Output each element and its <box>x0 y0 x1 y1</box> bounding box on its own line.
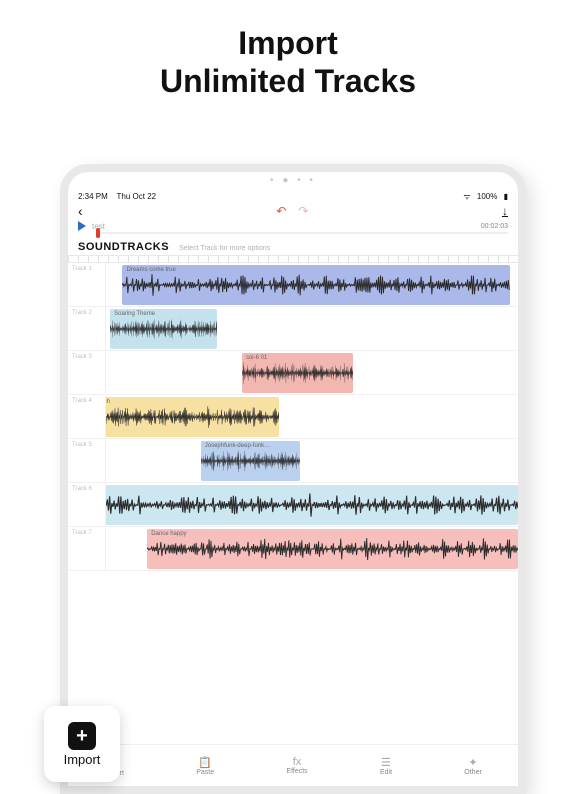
track-lane-label: Track 2 <box>68 307 106 350</box>
waveform <box>122 270 509 300</box>
track-lane-label: Track 1 <box>68 263 106 306</box>
waveform <box>106 402 279 432</box>
audio-clip[interactable]: sol-6 01 <box>242 353 353 393</box>
track-lane[interactable]: Nanas Brunch <box>106 395 518 438</box>
tab-other[interactable]: ✦ Other <box>464 756 482 776</box>
audio-clip[interactable]: Dreams come true <box>122 265 509 305</box>
track-lane[interactable]: Josephfunk-deep-funk… <box>106 439 518 482</box>
fx-icon: fx <box>293 756 302 768</box>
track-lane[interactable]: Soaring Theme <box>106 307 518 350</box>
waveform <box>242 358 353 388</box>
tablet-frame: • ● • • 2:34 PM Thu Oct 22 ᯤ 100% ▮ ‹ ↶ … <box>60 164 526 794</box>
scrub-bar[interactable] <box>68 232 518 237</box>
nav-bar: ‹ ↶ ↷ ↓ <box>68 202 518 220</box>
waveform <box>106 490 518 520</box>
tab-label: Effects <box>286 768 307 775</box>
track-row[interactable]: Track 5 Josephfunk-deep-funk… <box>68 439 518 483</box>
track-lane-label: Track 5 <box>68 439 106 482</box>
back-button[interactable]: ‹ <box>78 203 83 219</box>
marketing-line-2: Unlimited Tracks <box>160 63 416 99</box>
track-row[interactable]: Track 4Nanas Brunch <box>68 395 518 439</box>
soundtracks-hint: Select Track for more options <box>179 245 270 252</box>
audio-clip[interactable]: Enough <box>106 485 518 525</box>
tab-label: Paste <box>196 769 214 776</box>
import-callout-label: Import <box>64 752 101 767</box>
waveform <box>147 534 518 564</box>
grid-icon: ✦ <box>468 756 477 769</box>
camera-dots: • ● • • <box>68 172 518 189</box>
undo-icon[interactable]: ↶ <box>276 204 286 218</box>
play-button[interactable] <box>78 221 86 231</box>
status-time: 2:34 PM <box>78 192 108 201</box>
tab-label: Other <box>464 769 482 776</box>
track-lane[interactable]: sol-6 01 <box>106 351 518 394</box>
battery-icon: ▮ <box>504 192 508 201</box>
track-lane-label: Track 3 <box>68 351 106 394</box>
status-date: Thu Oct 22 <box>117 192 157 201</box>
track-lane[interactable]: Dance happy <box>106 527 518 570</box>
track-lane[interactable]: Dreams come true <box>106 263 518 306</box>
wifi-icon: ᯤ <box>463 192 470 201</box>
audio-clip[interactable]: Soaring Theme <box>110 309 217 349</box>
playhead-time: 00:02:03 <box>481 223 508 230</box>
tab-label: Edit <box>380 769 392 776</box>
track-lane[interactable]: Enough <box>106 483 518 526</box>
status-time-date: 2:34 PM Thu Oct 22 <box>78 192 156 201</box>
track-row[interactable]: Track 2Soaring Theme <box>68 307 518 351</box>
soundtracks-label: SOUNDTRACKS <box>78 241 169 253</box>
status-bar: 2:34 PM Thu Oct 22 ᯤ 100% ▮ <box>68 189 518 202</box>
redo-icon[interactable]: ↷ <box>298 204 308 218</box>
scrub-knob[interactable] <box>96 228 100 238</box>
marketing-line-1: Import <box>238 25 338 61</box>
timeline-ruler[interactable] <box>68 255 518 263</box>
import-callout-badge: + Import <box>44 706 120 782</box>
download-button[interactable]: ↓ <box>502 204 508 218</box>
tab-effects[interactable]: fx Effects <box>286 756 307 775</box>
track-row[interactable]: Track 1 Dreams come true <box>68 263 518 307</box>
tab-paste[interactable]: 📋 Paste <box>196 756 214 776</box>
track-lane-label: Track 4 <box>68 395 106 438</box>
marketing-headline: Import Unlimited Tracks <box>0 24 576 101</box>
player-row: test 00:02:03 <box>68 220 518 232</box>
sliders-icon: ☰ <box>381 756 391 769</box>
tab-edit[interactable]: ☰ Edit <box>380 756 392 776</box>
soundtracks-header: SOUNDTRACKS Select Track for more option… <box>68 237 518 255</box>
battery-percent: 100% <box>477 192 497 201</box>
audio-clip[interactable]: Dance happy <box>147 529 518 569</box>
track-lane-label: Track 6 <box>68 483 106 526</box>
track-row[interactable]: Track 6Enough <box>68 483 518 527</box>
track-row[interactable]: Track 3 sol-6 01 <box>68 351 518 395</box>
plus-square-icon: + <box>68 722 96 750</box>
audio-clip[interactable]: Nanas Brunch <box>106 397 279 437</box>
track-row[interactable]: Track 7 Dance happy <box>68 527 518 571</box>
status-right: ᯤ 100% ▮ <box>459 191 508 202</box>
bottom-tab-bar: ＋ Import 📋 Paste fx Effects ☰ Edit ✦ Oth… <box>68 744 518 786</box>
track-lane-label: Track 7 <box>68 527 106 570</box>
waveform <box>110 314 217 344</box>
tracks-container: Track 1Dreams come trueTrack 2Soaring Th… <box>68 263 518 571</box>
waveform <box>201 446 300 476</box>
audio-clip[interactable]: Josephfunk-deep-funk… <box>201 441 300 481</box>
clipboard-icon: 📋 <box>198 756 212 769</box>
